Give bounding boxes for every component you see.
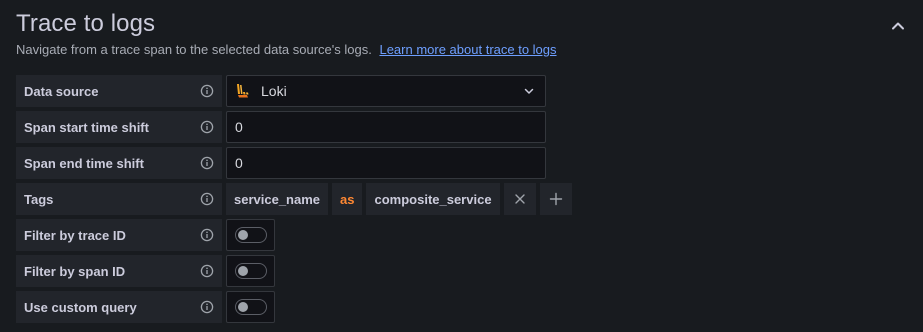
- tags-row: Tags service_name as composite_service: [16, 183, 572, 215]
- add-tag-button[interactable]: [539, 183, 572, 215]
- data-source-value: Loki: [261, 83, 287, 99]
- data-source-label-box: Data source: [16, 75, 222, 107]
- span-start-label-box: Span start time shift: [16, 111, 222, 143]
- span-start-input[interactable]: [226, 111, 546, 143]
- filter-trace-id-toggle[interactable]: [234, 227, 267, 243]
- filter-trace-id-label: Filter by trace ID: [24, 227, 126, 243]
- custom-query-row: Use custom query: [16, 291, 275, 323]
- chevron-up-icon: [890, 18, 906, 34]
- data-source-select[interactable]: Loki: [226, 75, 546, 107]
- data-source-label: Data source: [24, 83, 99, 99]
- span-end-row: Span end time shift: [16, 147, 546, 179]
- close-icon: [514, 193, 526, 205]
- custom-query-label: Use custom query: [24, 299, 137, 315]
- info-icon[interactable]: [200, 120, 214, 134]
- plus-icon: [549, 192, 563, 206]
- tag-alias-input[interactable]: composite_service: [366, 183, 500, 215]
- span-end-label-box: Span end time shift: [16, 147, 222, 179]
- section-description: Navigate from a trace span to the select…: [16, 42, 557, 57]
- info-icon[interactable]: [200, 192, 214, 206]
- filter-trace-id-toggle-container: [226, 219, 275, 251]
- filter-span-id-toggle[interactable]: [234, 263, 267, 279]
- filter-span-id-toggle-container: [226, 255, 275, 287]
- filter-span-id-label-box: Filter by span ID: [16, 255, 222, 287]
- custom-query-toggle[interactable]: [234, 299, 267, 315]
- info-icon[interactable]: [200, 156, 214, 170]
- toggle-knob: [237, 302, 248, 312]
- span-start-row: Span start time shift: [16, 111, 546, 143]
- tag-operator: as: [332, 183, 363, 215]
- info-icon[interactable]: [200, 228, 214, 242]
- span-end-input[interactable]: [226, 147, 546, 179]
- info-icon[interactable]: [200, 300, 214, 314]
- learn-more-link[interactable]: Learn more about trace to logs: [379, 42, 556, 57]
- chevron-down-icon: [523, 85, 535, 97]
- tags-label-box: Tags: [16, 183, 222, 215]
- collapse-section-button[interactable]: [888, 16, 908, 36]
- info-icon[interactable]: [200, 84, 214, 98]
- span-end-label: Span end time shift: [24, 155, 144, 171]
- filter-span-id-row: Filter by span ID: [16, 255, 275, 287]
- filter-trace-id-row: Filter by trace ID: [16, 219, 275, 251]
- custom-query-toggle-container: [226, 291, 275, 323]
- filter-span-id-label: Filter by span ID: [24, 263, 126, 279]
- loki-logo-icon: [235, 82, 251, 100]
- filter-trace-id-label-box: Filter by trace ID: [16, 219, 222, 251]
- toggle-knob: [237, 230, 248, 240]
- toggle-knob: [237, 266, 248, 276]
- custom-query-label-box: Use custom query: [16, 291, 222, 323]
- section-title: Trace to logs: [16, 10, 156, 37]
- remove-tag-button[interactable]: [503, 183, 536, 215]
- tags-label: Tags: [24, 191, 54, 207]
- info-icon[interactable]: [200, 264, 214, 278]
- tag-key-input[interactable]: service_name: [226, 183, 329, 215]
- span-start-label: Span start time shift: [24, 119, 149, 135]
- description-text: Navigate from a trace span to the select…: [16, 42, 372, 57]
- data-source-row: Data source Loki: [16, 75, 546, 107]
